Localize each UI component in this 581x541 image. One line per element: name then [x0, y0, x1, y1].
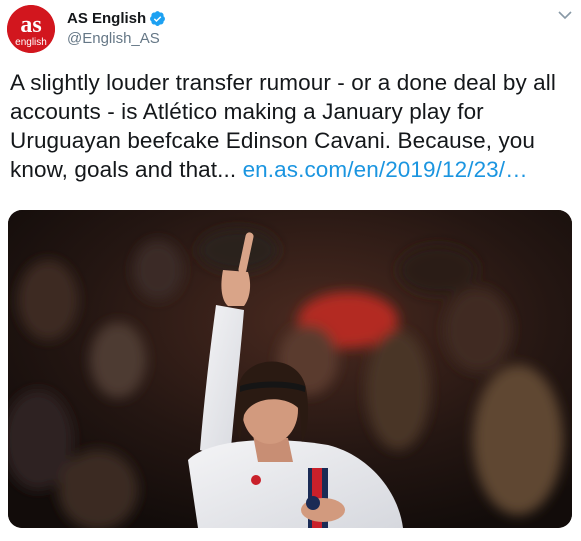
as-logo-icon: as english [7, 5, 55, 53]
player-celebration-image [8, 210, 572, 528]
tweet-card: as english AS English @English_AS A slig… [0, 0, 581, 541]
avatar-logo-text: as [20, 12, 41, 38]
tweet-text: A slightly louder transfer rumour - or a… [10, 68, 572, 184]
verified-badge-icon [150, 10, 166, 26]
avatar[interactable]: as english [7, 5, 55, 53]
article-link[interactable]: en.as.com/en/2019/12/23/… [243, 157, 528, 182]
avatar-logo-subtext: english [15, 37, 47, 48]
chevron-down-icon[interactable] [558, 10, 572, 20]
author-handle[interactable]: @English_AS [67, 30, 160, 47]
tweet-text-line-4: know, goals and that... en.as.com/en/201… [10, 155, 572, 184]
tweet-text-line-4-text: know, goals and that... [10, 157, 243, 182]
tweet-photo[interactable] [8, 210, 572, 528]
tweet-text-line-2: accounts - is Atlético making a January … [10, 99, 484, 124]
tweet-text-line-1: A slightly louder transfer rumour - or a… [10, 70, 556, 95]
tweet-text-line-3: Uruguayan beefcake Edinson Cavani. Becau… [10, 128, 536, 153]
display-name[interactable]: AS English [67, 10, 146, 27]
author-name-row[interactable]: AS English [67, 8, 166, 28]
